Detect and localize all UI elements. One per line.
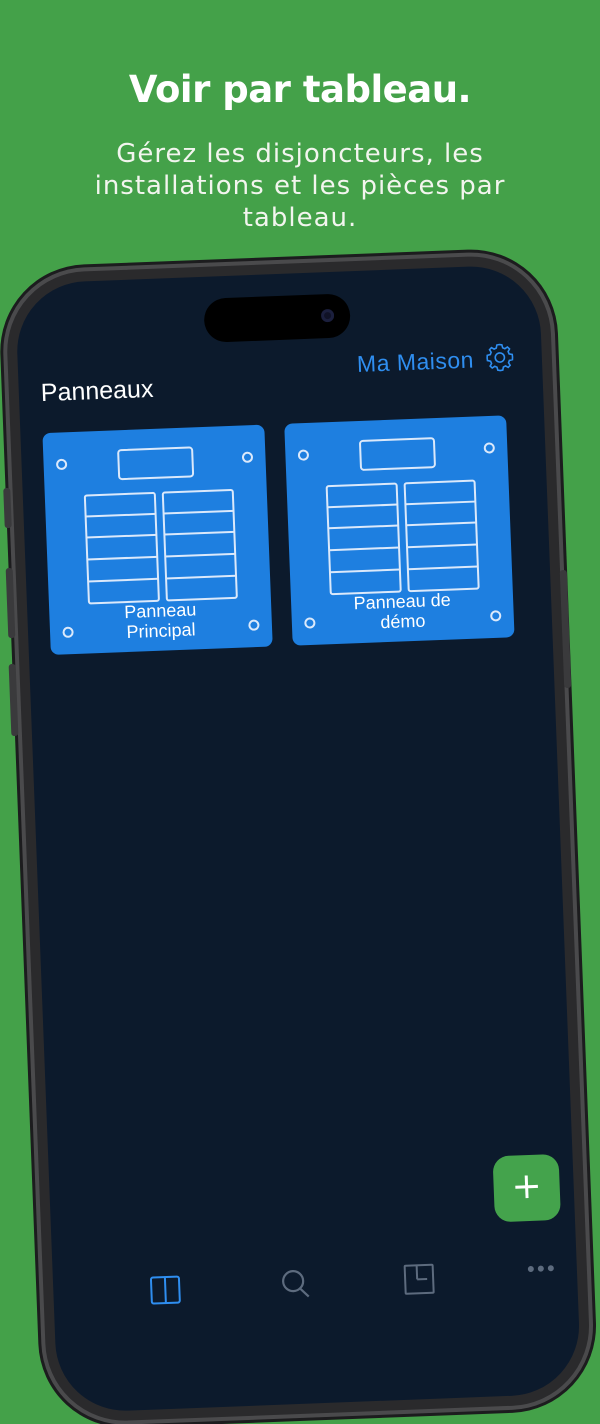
volume-down-button [9,664,19,736]
panel-card-demo[interactable]: Panneau de démo [284,415,514,645]
floorplan-icon[interactable] [398,1259,440,1301]
action-button [3,488,12,528]
dynamic-island [203,293,351,343]
panel-icon[interactable] [145,1268,187,1310]
phone-screen: Panneaux Ma Maison [4,254,592,1424]
panel-card-principal[interactable]: Panneau Principal [42,425,272,655]
panel-label: Panneau de démo [291,587,514,635]
add-panel-button[interactable]: + [492,1154,560,1222]
search-icon[interactable] [274,1263,316,1305]
more-icon[interactable] [520,1254,562,1296]
panel-label: Panneau Principal [49,596,272,644]
gear-icon[interactable] [483,341,516,374]
home-selector[interactable]: Ma Maison [356,347,474,378]
page-title: Panneaux [40,375,154,408]
volume-up-button [6,568,16,638]
phone-mockup: Panneaux Ma Maison [0,0,600,1300]
tab-bar [53,1253,578,1313]
camera-icon [321,309,334,322]
